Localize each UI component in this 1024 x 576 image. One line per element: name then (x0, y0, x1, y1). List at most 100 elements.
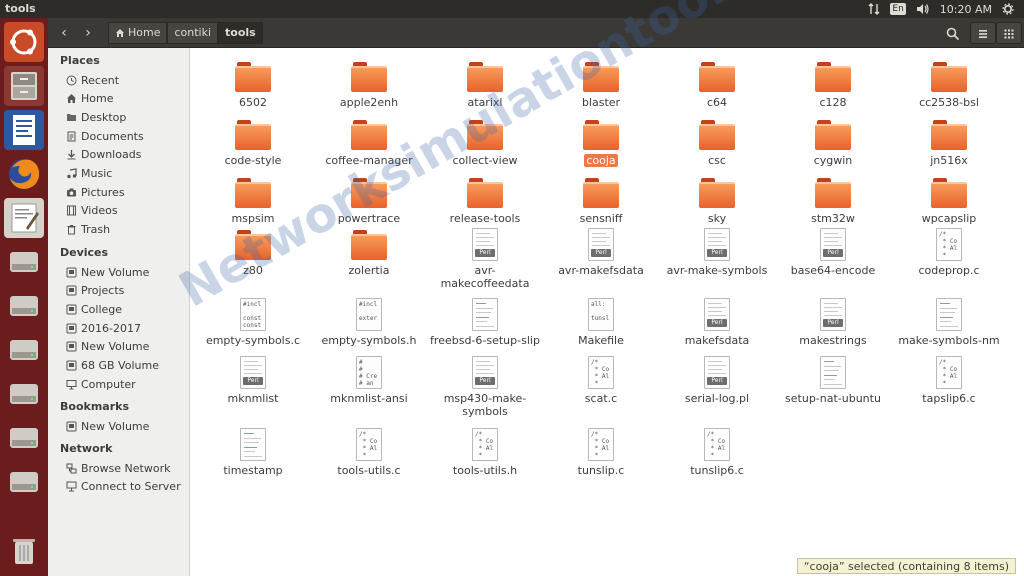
folder-item-atarixl[interactable]: atarixl (427, 60, 543, 109)
folder-item-sensniff[interactable]: sensniff (543, 176, 659, 225)
file-item-make-symbols-nm[interactable]: make-symbols-nm (891, 298, 1007, 347)
file-label: make-symbols-nm (898, 334, 1000, 347)
file-label: mknmlist (227, 392, 279, 405)
folder-item-collect-view[interactable]: collect-view (427, 118, 543, 167)
launcher-drive-button-1[interactable] (4, 242, 44, 282)
file-item-empty-symbols-c[interactable]: #incl const const empty-symbols.c (195, 298, 311, 347)
folder-item-cooja[interactable]: cooja (543, 118, 659, 167)
launcher-trash-button[interactable] (4, 530, 44, 570)
folder-item-wpcapslip[interactable]: wpcapslip (891, 176, 1007, 225)
sidebar-item-places-4[interactable]: Downloads (66, 146, 186, 164)
forward-button[interactable]: › (76, 22, 100, 44)
launcher-drive-button-6[interactable] (4, 462, 44, 502)
file-item-mknmlist[interactable]: Perl mknmlist (195, 356, 311, 405)
file-item-tapslip6-c[interactable]: /* * Co * Al * tapslip6.c (891, 356, 1007, 405)
launcher-drive-button-4[interactable] (4, 374, 44, 414)
file-item-tools-utils-c[interactable]: /* * Co * Al * tools-utils.c (311, 428, 427, 477)
file-label: setup-nat-ubuntu (785, 392, 881, 405)
power-gear-icon[interactable] (1002, 3, 1014, 15)
sidebar-item-bookmarks-0[interactable]: New Volume (66, 417, 186, 435)
sidebar-item-network-0[interactable]: Browse Network (66, 459, 186, 477)
file-item-base64-encode[interactable]: Perl base64-encode (775, 228, 891, 277)
file-item-makefsdata[interactable]: Perl makefsdata (659, 298, 775, 347)
folder-item-z80[interactable]: z80 (195, 228, 311, 277)
file-item-codeprop-c[interactable]: /* * Co * Al * codeprop.c (891, 228, 1007, 277)
launcher-dash-button[interactable] (4, 22, 44, 62)
file-item-tools-utils-h[interactable]: /* * Co * Al * tools-utils.h (427, 428, 543, 477)
clock[interactable]: 10:20 AM (940, 3, 992, 16)
file-item-avr-make-symbols[interactable]: Perl avr-make-symbols (659, 228, 775, 277)
sidebar-item-places-6[interactable]: Pictures (66, 183, 186, 201)
folder-item-jn516x[interactable]: jn516x (891, 118, 1007, 167)
launcher-drive-button-3[interactable] (4, 330, 44, 370)
folder-item-csc[interactable]: csc (659, 118, 775, 167)
sidebar-item-devices-3[interactable]: 2016-2017 (66, 319, 186, 337)
launcher-drive-button-5[interactable] (4, 418, 44, 458)
sidebar-item-devices-6[interactable]: Computer (66, 375, 186, 393)
folder-item-code-style[interactable]: code-style (195, 118, 311, 167)
sidebar-item-places-3[interactable]: Documents (66, 127, 186, 145)
hard-drive-icon (10, 340, 38, 360)
folder-item-cygwin[interactable]: cygwin (775, 118, 891, 167)
file-item-tunslip6-c[interactable]: /* * Co * Al * tunslip6.c (659, 428, 775, 477)
file-item-avr-makefsdata[interactable]: Perl avr-makefsdata (543, 228, 659, 277)
folder-item-cc2538-bsl[interactable]: cc2538-bsl (891, 60, 1007, 109)
launcher-drive-button-2[interactable] (4, 286, 44, 326)
sidebar-item-devices-1[interactable]: Projects (66, 282, 198, 300)
folder-item-powertrace[interactable]: powertrace (311, 176, 427, 225)
writer-document-icon (13, 115, 35, 145)
sidebar-item-devices-5[interactable]: 68 GB Volume (66, 357, 186, 375)
folder-icon (699, 60, 735, 94)
sidebar-item-places-1[interactable]: Home (66, 90, 186, 108)
folder-item-blaster[interactable]: blaster (543, 60, 659, 109)
sidebar-item-devices-2[interactable]: College (66, 300, 186, 318)
file-item-empty-symbols-h[interactable]: #incl exter empty-symbols.h (311, 298, 427, 347)
file-item-makestrings[interactable]: Perl makestrings (775, 298, 891, 347)
file-item-freebsd-6-setup-slip[interactable]: freebsd-6-setup-slip (427, 298, 543, 347)
breadcrumb-tools[interactable]: tools (218, 22, 263, 44)
file-item-msp430-make-symbols[interactable]: Perl msp430-make-symbols (427, 356, 543, 418)
folder-item-c128[interactable]: c128 (775, 60, 891, 109)
folder-item-release-tools[interactable]: release-tools (427, 176, 543, 225)
launcher-firefox-button[interactable] (4, 154, 44, 194)
file-item-setup-nat-ubuntu[interactable]: setup-nat-ubuntu (775, 356, 891, 405)
breadcrumb-contiki[interactable]: contiki (167, 22, 219, 44)
file-item-timestamp[interactable]: timestamp (195, 428, 311, 477)
breadcrumb-home[interactable]: Home (108, 22, 168, 44)
sidebar-item-places-0[interactable]: Recent (66, 71, 186, 89)
folder-item-c64[interactable]: c64 (659, 60, 775, 109)
folder-item-6502[interactable]: 6502 (195, 60, 311, 109)
sidebar-item-network-1[interactable]: Connect to Server (66, 478, 186, 496)
sidebar-item-devices-0[interactable]: New Volume (66, 263, 186, 281)
back-button[interactable]: ‹ (52, 22, 76, 44)
network-transfer-icon[interactable] (868, 3, 880, 15)
folder-icon (351, 228, 387, 262)
folder-item-mspsim[interactable]: mspsim (195, 176, 311, 225)
folder-item-coffee-manager[interactable]: coffee-manager (311, 118, 427, 167)
search-button[interactable] (940, 22, 966, 44)
view-menu-button[interactable] (970, 22, 996, 44)
file-item-avr-makecoffeedata[interactable]: Perl avr-makecoffeedata (427, 228, 543, 290)
grid-view-button[interactable] (996, 22, 1022, 44)
sidebar-item-places-5[interactable]: Music (66, 165, 186, 183)
folder-item-stm32w[interactable]: stm32w (775, 176, 891, 225)
launcher-files-button[interactable] (4, 66, 44, 106)
file-item-serial-log-pl[interactable]: Perl serial-log.pl (659, 356, 775, 405)
sidebar-item-places-7[interactable]: Videos (66, 202, 186, 220)
file-item-tunslip-c[interactable]: /* * Co * Al * tunslip.c (543, 428, 659, 477)
sidebar-heading-bookmarks: Bookmarks (60, 400, 129, 413)
folder-item-zolertia[interactable]: zolertia (311, 228, 427, 277)
keyboard-layout-indicator[interactable]: En (890, 3, 906, 15)
volume-icon[interactable] (916, 3, 930, 15)
sidebar-item-places-2[interactable]: Desktop (66, 108, 186, 126)
folder-item-apple2enh[interactable]: apple2enh (311, 60, 427, 109)
file-item-scat-c[interactable]: /* * Co * Al * scat.c (543, 356, 659, 405)
sidebar-item-devices-4[interactable]: New Volume (66, 338, 186, 356)
launcher-writer-button[interactable] (4, 110, 44, 150)
file-item-makefile[interactable]: all: tunsl Makefile (543, 298, 659, 347)
sidebar-item-places-8[interactable]: Trash (66, 221, 186, 239)
folder-item-sky[interactable]: sky (659, 176, 775, 225)
launcher-text-editor-button[interactable] (4, 198, 44, 238)
file-item-mknmlist-ansi[interactable]: # # # Cre # an mknmlist-ansi (311, 356, 427, 405)
c-source-icon: /* * Co * Al * (931, 356, 967, 390)
